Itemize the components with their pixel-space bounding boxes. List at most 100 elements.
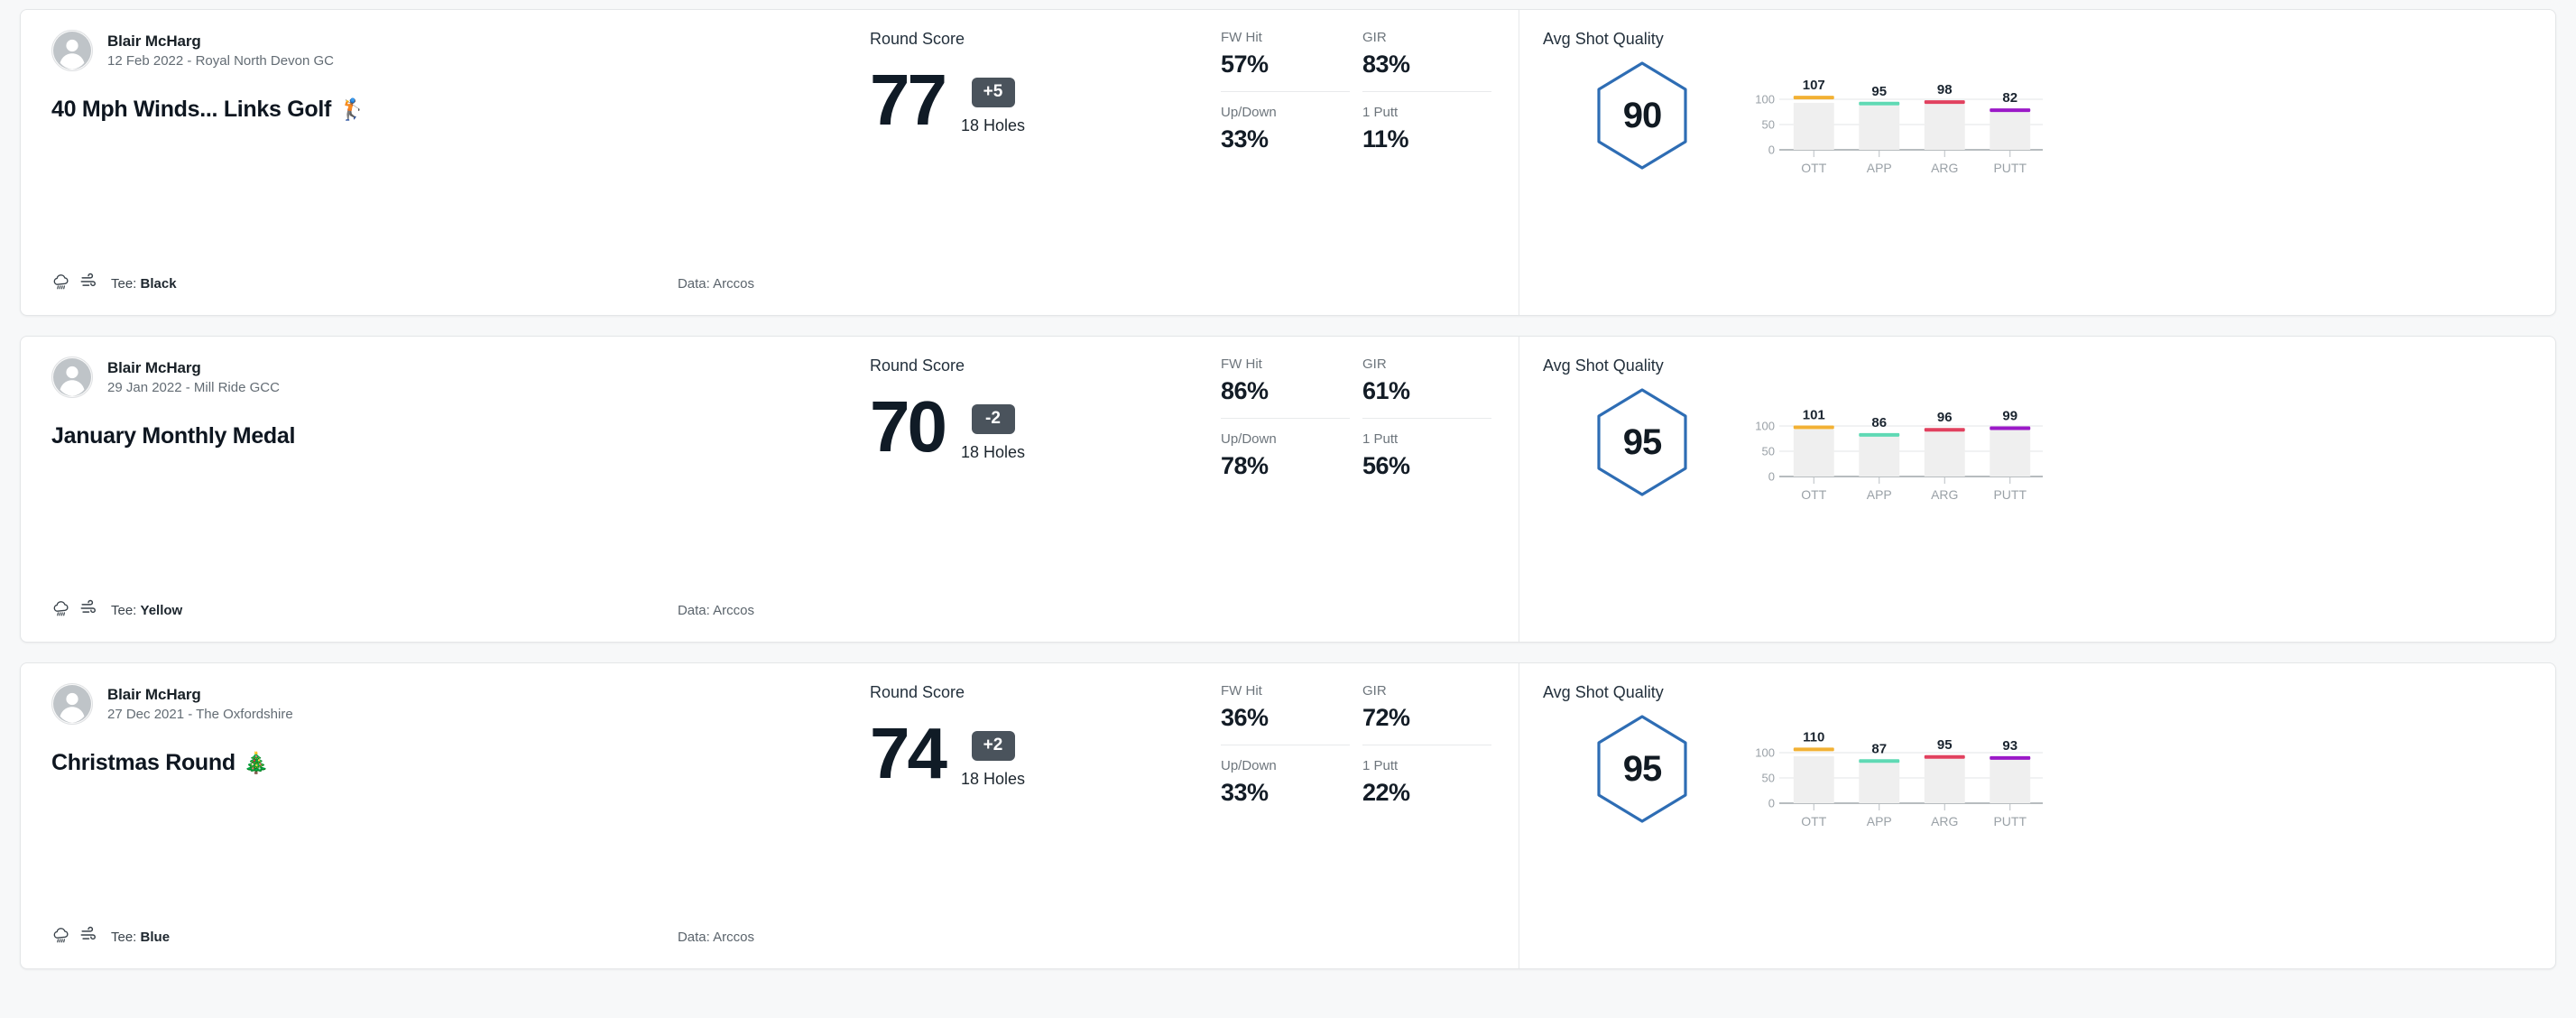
tee-prefix: Tee:	[111, 929, 141, 945]
shot-quality-heading: Avg Shot Quality	[1543, 683, 1664, 701]
stat-cell: FW Hit 57%	[1221, 30, 1350, 92]
round-footer: Tee: Yellow Data: Arccos	[51, 598, 807, 622]
round-title[interactable]: 40 Mph Winds... Links Golf 🏌️	[51, 97, 807, 123]
stat-label: 1 Putt	[1362, 431, 1399, 447]
shot-quality-section: Avg Shot Quality 90 0 50 100 107 OTT 95 APP 98 ARG…	[1519, 10, 2555, 315]
round-info-section: Blair McHarg 12 Feb 2022 - Royal North De…	[21, 10, 837, 315]
player-name: Blair McHarg	[107, 359, 201, 376]
rain-cloud-icon	[51, 598, 71, 622]
stat-value: 33%	[1221, 779, 1269, 806]
shot-quality-body: 95 0 50 100 110 OTT 87 APP 95 ARG 93 PUTT	[1543, 708, 2528, 834]
player-row: Blair McHarg 29 Jan 2022 - Mill Ride GCC	[51, 356, 807, 398]
player-meta: Blair McHarg 12 Feb 2022 - Royal North De…	[107, 32, 334, 69]
round-score-section: Round Score 74 +2 18 Holes	[837, 663, 1221, 968]
score-side: +5 18 Holes	[961, 67, 1025, 135]
x-axis-category-label: APP	[1867, 161, 1892, 175]
shot-quality-value: 95	[1622, 748, 1663, 789]
bar-body	[1859, 105, 1900, 150]
bar-cap	[1924, 754, 1965, 759]
x-axis-category-label: OTT	[1801, 814, 1826, 828]
bar-body	[1859, 436, 1900, 477]
score-row: 77 +5 18 Holes	[870, 64, 1221, 136]
score-side: -2 18 Holes	[961, 393, 1025, 462]
bar-cap	[1990, 755, 2031, 760]
round-title-text: Christmas Round	[51, 750, 235, 775]
round-info-section: Blair McHarg 27 Dec 2021 - The Oxfordshir…	[21, 663, 837, 968]
shot-quality-bar-chart[interactable]: 0 50 100 101 OTT 86 APP 96 ARG 99 PUTT	[1750, 390, 2043, 507]
shot-quality-hex-wrap: 95	[1543, 381, 1741, 498]
avatar[interactable]	[51, 356, 93, 398]
stat-label: GIR	[1362, 356, 1387, 372]
bar-body	[1924, 758, 1965, 803]
shot-quality-bar-chart[interactable]: 0 50 100 107 OTT 95 APP 98 ARG 82 PUTT	[1750, 63, 2043, 180]
bar-value-label: 101	[1803, 407, 1825, 422]
round-title[interactable]: Christmas Round 🎄	[51, 750, 807, 776]
bar-value-label: 98	[1937, 82, 1953, 97]
shot-quality-chart-wrap: 0 50 100 101 OTT 86 APP 96 ARG 99 PUTT	[1741, 381, 2043, 507]
stat-cell: GIR 61%	[1362, 356, 1491, 419]
shot-quality-bar-chart[interactable]: 0 50 100 110 OTT 87 APP 95 ARG 93 PUTT	[1750, 717, 2043, 834]
x-axis-category-label: OTT	[1801, 161, 1826, 175]
bar-value-label: 95	[1871, 84, 1887, 99]
holes-played-label: 18 Holes	[960, 116, 1026, 134]
round-title[interactable]: January Monthly Medal	[51, 423, 807, 449]
stat-value: 86%	[1221, 377, 1269, 404]
shot-quality-hex-wrap: 95	[1543, 708, 1741, 825]
shot-quality-body: 90 0 50 100 107 OTT 95 APP 98 ARG 82 PUTT	[1543, 54, 2528, 180]
rain-cloud-icon	[51, 272, 71, 295]
to-par-badge: +5	[971, 78, 1015, 107]
data-source-label: Data: Arccos	[677, 602, 754, 618]
stat-value: 36%	[1221, 704, 1269, 731]
y-axis-tick-label: 0	[1768, 143, 1775, 157]
y-axis-tick-label: 50	[1762, 118, 1775, 132]
bar-cap	[1924, 100, 1965, 105]
round-score-value: 70	[870, 386, 947, 467]
avatar[interactable]	[51, 683, 93, 725]
data-source-label: Data: Arccos	[677, 275, 754, 292]
round-card: Blair McHarg 12 Feb 2022 - Royal North De…	[20, 9, 2556, 316]
stat-cell: FW Hit 86%	[1221, 356, 1350, 419]
stat-cell: GIR 72%	[1362, 683, 1491, 745]
tee-color-value: Black	[140, 275, 177, 292]
round-stats-section: FW Hit 36% GIR 72% Up/Down 33% 1 Putt 22%	[1221, 663, 1519, 968]
tee-color-value: Blue	[140, 929, 171, 945]
bar-body	[1990, 430, 2031, 477]
shot-quality-chart-wrap: 0 50 100 107 OTT 95 APP 98 ARG 82 PUTT	[1741, 54, 2043, 180]
avatar[interactable]	[51, 30, 93, 71]
round-info-section: Blair McHarg 29 Jan 2022 - Mill Ride GCC J…	[21, 337, 837, 642]
bar-value-label: 82	[2002, 90, 2017, 106]
bar-body	[1924, 104, 1965, 150]
round-score-section: Round Score 77 +5 18 Holes	[837, 10, 1221, 315]
score-row: 70 -2 18 Holes	[870, 386, 1221, 467]
rounds-feed: Blair McHarg 12 Feb 2022 - Royal North De…	[0, 0, 2576, 1018]
to-par-badge: +2	[971, 731, 1015, 761]
stat-label: GIR	[1362, 30, 1387, 45]
tee-prefix: Tee:	[111, 275, 141, 292]
bar-value-label: 107	[1803, 78, 1825, 93]
tee-color-value: Yellow	[140, 602, 183, 618]
rain-cloud-icon	[51, 925, 71, 949]
stat-cell: GIR 83%	[1362, 30, 1491, 92]
round-score-section: Round Score 70 -2 18 Holes	[837, 337, 1221, 642]
stat-cell: FW Hit 36%	[1221, 683, 1350, 745]
bar-cap	[1793, 425, 1834, 430]
round-conditions: Tee: Black	[51, 272, 177, 295]
stat-value: 72%	[1362, 704, 1410, 731]
stat-label: Up/Down	[1221, 105, 1277, 120]
shot-quality-heading: Avg Shot Quality	[1543, 30, 1664, 48]
bar-value-label: 93	[2002, 738, 2017, 754]
data-source-label: Data: Arccos	[677, 929, 754, 945]
hexagon-icon: 90	[1592, 60, 1693, 171]
tee-label: Tee: Blue	[111, 930, 170, 945]
stat-cell: Up/Down 78%	[1221, 431, 1350, 480]
round-card: Blair McHarg 27 Dec 2021 - The Oxfordshir…	[20, 662, 2556, 969]
shot-quality-value: 95	[1622, 421, 1663, 462]
wind-icon	[79, 272, 99, 295]
y-axis-tick-label: 0	[1768, 797, 1775, 810]
player-row: Blair McHarg 27 Dec 2021 - The Oxfordshir…	[51, 683, 807, 725]
x-axis-category-label: PUTT	[1993, 161, 2027, 175]
to-par-badge: -2	[971, 404, 1015, 434]
stat-cell: 1 Putt 22%	[1362, 758, 1491, 807]
player-meta: Blair McHarg 29 Jan 2022 - Mill Ride GCC	[107, 359, 280, 395]
shot-quality-section: Avg Shot Quality 95 0 50 100 110 OTT 87 APP 95 ARG…	[1519, 663, 2555, 968]
